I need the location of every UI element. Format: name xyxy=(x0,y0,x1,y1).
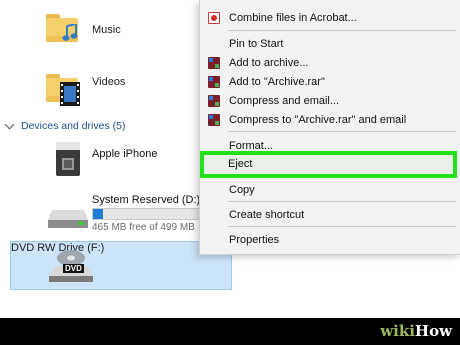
menu-label: Pin to Start xyxy=(229,38,284,50)
devices-and-drives-header[interactable]: Devices and drives (5) xyxy=(4,119,126,132)
menu-label: Add to archive... xyxy=(229,57,309,69)
menu-label: Create shortcut xyxy=(229,209,305,221)
winrar-icon xyxy=(208,57,220,69)
menu-item-pin-to-start[interactable]: Pin to Start xyxy=(200,34,460,54)
menu-label: Properties xyxy=(229,234,280,246)
menu-item-copy[interactable]: Copy xyxy=(200,180,460,200)
videos-folder-icon xyxy=(44,74,80,106)
menu-label: Add to "Archive.rar" xyxy=(229,76,325,88)
logo-part-how: How xyxy=(414,322,452,340)
drive-free-space: 465 MB free of 499 MB xyxy=(92,222,195,233)
menu-item-create-shortcut[interactable]: Create shortcut xyxy=(200,205,460,225)
context-menu: Combine files in Acrobat... Pin to Start… xyxy=(199,0,460,255)
menu-item-properties[interactable]: Properties xyxy=(200,230,460,250)
dvd-badge: DVD xyxy=(63,264,84,273)
folder-music[interactable]: Music xyxy=(44,14,121,44)
menu-separator xyxy=(228,226,456,227)
logo-part-wiki: wiki xyxy=(380,322,415,340)
phone-icon xyxy=(56,142,80,176)
menu-label: Compress to "Archive.rar" and email xyxy=(229,114,407,126)
menu-separator xyxy=(228,30,456,31)
device-label: System Reserved (D:) xyxy=(92,194,201,206)
menu-separator xyxy=(228,201,456,202)
menu-separator xyxy=(228,131,456,132)
folder-label: Music xyxy=(92,24,121,36)
menu-item-combine-acrobat[interactable]: Combine files in Acrobat... xyxy=(200,8,460,28)
menu-item-add-to-archive[interactable]: Add to archive... xyxy=(200,53,460,73)
menu-label: Eject xyxy=(228,158,253,170)
menu-label: Combine files in Acrobat... xyxy=(229,12,357,24)
chevron-down-icon[interactable] xyxy=(4,119,15,129)
winrar-icon xyxy=(208,76,220,88)
music-folder-icon xyxy=(44,14,80,44)
wikihow-logo: wikiHow xyxy=(380,322,452,340)
winrar-icon xyxy=(208,95,220,107)
folder-label: Videos xyxy=(92,76,126,88)
device-label: Apple iPhone xyxy=(92,148,158,160)
menu-item-compress-email[interactable]: Compress and email... xyxy=(200,91,460,111)
menu-item-add-to-archive-rar[interactable]: Add to "Archive.rar" xyxy=(200,72,460,92)
menu-item-compress-rar-email[interactable]: Compress to "Archive.rar" and email xyxy=(200,110,460,130)
menu-label: Compress and email... xyxy=(229,95,340,107)
acrobat-icon xyxy=(208,12,220,24)
menu-label: Copy xyxy=(229,184,255,196)
folder-videos[interactable]: Videos xyxy=(44,74,125,106)
menu-item-eject[interactable]: Eject xyxy=(200,151,457,178)
section-label: Devices and drives (5) xyxy=(21,120,126,132)
hard-drive-icon xyxy=(48,210,88,228)
drive-usage-fill xyxy=(93,209,103,219)
winrar-icon xyxy=(208,114,220,126)
